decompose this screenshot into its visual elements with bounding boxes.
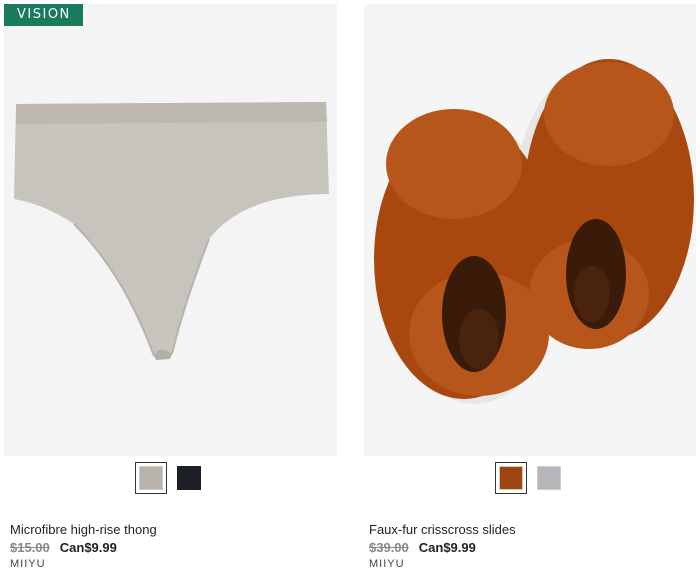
swatch-rust[interactable] (495, 462, 527, 494)
slides-illustration (364, 4, 696, 456)
product-price: $15.00 Can$9.99 (10, 540, 117, 555)
vision-badge: VISION (4, 4, 83, 26)
product-brand: MIIYU (10, 558, 46, 570)
color-swatches (360, 462, 700, 494)
product-brand: MIIYU (369, 558, 405, 570)
product-card-thong[interactable]: VISION Microfibre high-rise thong $15.00… (0, 0, 340, 575)
swatch-taupe[interactable] (135, 462, 167, 494)
swatch-chip (177, 466, 201, 490)
swatch-chip (537, 466, 561, 490)
swatch-black[interactable] (173, 462, 205, 494)
color-swatches (0, 462, 340, 494)
product-image-slides[interactable] (364, 4, 696, 456)
product-card-slides[interactable]: Faux-fur crisscross slides $39.00 Can$9.9… (360, 0, 700, 575)
was-price: $39.00 (369, 540, 409, 555)
product-price: $39.00 Can$9.99 (369, 540, 476, 555)
was-price: $15.00 (10, 540, 50, 555)
swatch-chip (499, 466, 523, 490)
product-image-thong[interactable] (4, 4, 337, 456)
swatch-chip (139, 466, 163, 490)
now-price: Can$9.99 (418, 540, 476, 555)
swatch-grey[interactable] (533, 462, 565, 494)
thong-illustration (4, 4, 337, 456)
product-title[interactable]: Faux-fur crisscross slides (369, 522, 516, 537)
now-price: Can$9.99 (59, 540, 117, 555)
product-title[interactable]: Microfibre high-rise thong (10, 522, 157, 537)
